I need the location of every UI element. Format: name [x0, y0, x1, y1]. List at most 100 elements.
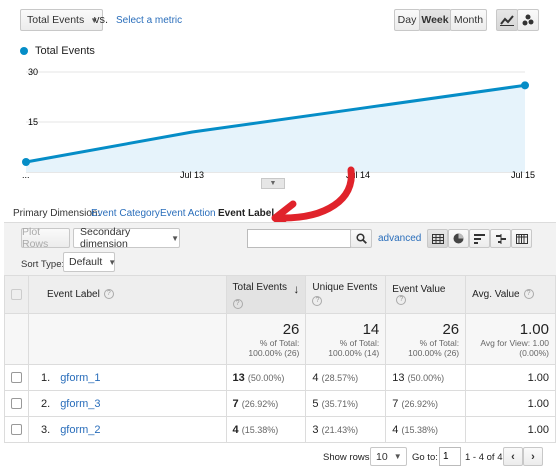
vs-label: vs. — [94, 14, 109, 26]
show-rows-dropdown[interactable]: 10 ▼ — [370, 447, 407, 466]
event-value-sum: 26 — [442, 320, 460, 338]
row-event-value: 7 — [392, 397, 399, 410]
header-unique-events-text: Unique Events — [312, 282, 378, 293]
row-total-events-pct: (15.38%) — [241, 424, 279, 435]
next-page-button[interactable]: › — [523, 447, 543, 466]
sort-type-dropdown[interactable]: Default ▼ — [63, 252, 117, 272]
row-unique-events-pct: (28.57%) — [321, 372, 359, 383]
row-total-events: 4 — [232, 423, 239, 436]
row-event-label-link[interactable]: gform_2 — [60, 424, 100, 436]
series-area — [26, 85, 525, 172]
totals-row: 26 % of Total: 100.00% (26) 14 % of Tota… — [4, 313, 556, 365]
primary-dimension-label: Primary Dimension: — [13, 208, 101, 219]
goto-input[interactable] — [439, 447, 461, 466]
row-total-events-pct: (50.00%) — [247, 372, 285, 383]
row-total-events: 13 — [232, 371, 245, 384]
dimension-event-action[interactable]: Event Action — [160, 208, 216, 219]
show-rows-label: Show rows: — [323, 452, 373, 463]
dimension-event-category[interactable]: Event Category — [91, 208, 160, 219]
help-icon[interactable]: ? — [523, 289, 534, 300]
event-value-pct-label: % of Total: — [419, 337, 460, 348]
row-total-events-pct: (26.92%) — [241, 398, 279, 409]
header-event-label[interactable]: Event Label? — [28, 275, 227, 314]
show-rows-value: 10 — [376, 450, 388, 463]
advanced-link[interactable]: advanced — [378, 233, 421, 244]
chevron-down-icon: ▼ — [108, 257, 117, 267]
sort-type-value: Default — [69, 256, 103, 268]
motion-chart-view-button[interactable] — [517, 9, 539, 31]
table-row: 1. gform_1 13 (50.00%) 4 (28.57%) 13 (50.… — [4, 364, 556, 391]
help-icon[interactable]: ? — [396, 294, 407, 305]
unique-events-pct-label: % of Total: — [339, 337, 380, 348]
header-avg-value[interactable]: Avg. Value? — [465, 275, 556, 314]
search-button[interactable] — [350, 229, 372, 248]
row-avg-value: 1.00 — [465, 416, 556, 443]
row-event-label-link[interactable]: gform_1 — [60, 372, 100, 384]
metric-dropdown[interactable]: Total Events ▼ — [20, 9, 103, 31]
header-unique-events[interactable]: Unique Events ? — [305, 275, 387, 314]
help-icon[interactable]: ? — [312, 296, 323, 306]
total-events-sum: 26 — [282, 320, 300, 338]
select-all-checkbox[interactable] — [11, 288, 22, 300]
period-week-button[interactable]: Week — [419, 9, 451, 31]
period-day-button[interactable]: Day — [394, 9, 420, 31]
header-select-all[interactable] — [4, 275, 29, 314]
x-tick-jul13: Jul 13 — [180, 170, 204, 180]
search-icon — [355, 233, 367, 244]
line-chart-view-button[interactable] — [496, 9, 518, 31]
secondary-dimension-dropdown[interactable]: Secondary dimension ▼ — [73, 226, 180, 250]
row-event-label-link[interactable]: gform_3 — [60, 398, 100, 410]
line-chart-icon — [500, 15, 514, 26]
y-tick-15: 15 — [28, 117, 38, 127]
view-comparison-button[interactable] — [490, 229, 511, 248]
x-tick-start: ... — [22, 170, 30, 180]
header-event-value-text: Event Value — [392, 283, 446, 295]
plot-rows-button[interactable]: Plot Rows — [21, 226, 70, 250]
page-range: 1 - 4 of 4 — [465, 452, 503, 463]
unique-events-sum: 14 — [362, 320, 380, 338]
header-total-events[interactable]: Total Events ↓ ? — [225, 275, 307, 314]
y-tick-30: 30 — [28, 67, 38, 77]
chevron-right-icon: › — [531, 450, 535, 463]
help-icon[interactable]: ? — [103, 289, 114, 300]
event-value-pct-value: 100.00% (26) — [408, 347, 460, 358]
pivot-table-icon — [515, 233, 528, 244]
row-index: 1. — [41, 371, 51, 384]
header-event-value[interactable]: Event Value? — [385, 275, 467, 314]
chart-legend: Total Events — [20, 45, 95, 57]
period-month-button[interactable]: Month — [450, 9, 487, 31]
unique-events-pct-value: 100.00% (14) — [328, 347, 380, 358]
help-icon[interactable]: ? — [232, 299, 243, 309]
row-total-events: 7 — [232, 397, 239, 410]
sort-desc-arrow-icon[interactable]: ↓ — [293, 282, 299, 296]
avg-value-view-pct: (0.00%) — [519, 347, 549, 358]
table-search-input[interactable] — [247, 229, 351, 248]
table-row: 2. gform_3 7 (26.92%) 5 (35.71%) 7 (26.92… — [4, 390, 556, 417]
total-events-pct-value: 100.00% (26) — [248, 347, 300, 358]
header-event-label-text: Event Label — [47, 289, 100, 300]
table-header-row: Event Label? Total Events ↓ ? Unique Eve… — [4, 275, 556, 314]
select-metric-link[interactable]: Select a metric — [116, 15, 182, 26]
view-pivot-button[interactable] — [511, 229, 532, 248]
view-data-table-button[interactable] — [427, 229, 448, 248]
table-row: 3. gform_2 4 (15.38%) 3 (21.43%) 4 (15.38… — [4, 416, 556, 443]
prev-page-button[interactable]: ‹ — [503, 447, 523, 466]
bar-list-icon — [473, 233, 485, 244]
data-point-start[interactable] — [22, 158, 30, 166]
chevron-left-icon: ‹ — [511, 450, 515, 463]
comparison-icon — [495, 233, 506, 244]
pie-chart-icon — [453, 233, 464, 244]
row-index: 2. — [41, 397, 51, 410]
row-event-value: 4 — [392, 423, 399, 436]
row-checkbox[interactable] — [11, 398, 22, 410]
row-checkbox[interactable] — [11, 372, 22, 384]
view-pie-button[interactable] — [448, 229, 469, 248]
view-performance-button[interactable] — [469, 229, 490, 248]
row-avg-value: 1.00 — [465, 390, 556, 417]
chevron-down-icon: ▼ — [171, 233, 179, 243]
row-unique-events-pct: (21.43%) — [321, 424, 359, 435]
secondary-dimension-label: Secondary dimension — [80, 226, 131, 250]
data-point-end[interactable] — [521, 81, 529, 90]
row-event-value-pct: (26.92%) — [401, 398, 438, 409]
row-checkbox[interactable] — [11, 424, 22, 436]
